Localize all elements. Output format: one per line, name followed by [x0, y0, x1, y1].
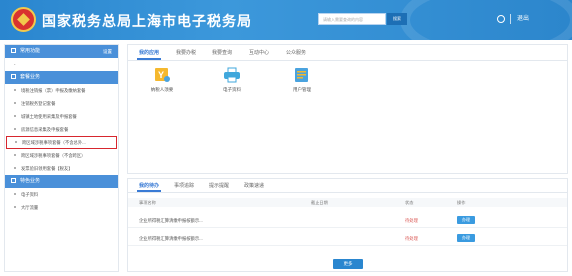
sidebar-item[interactable]: 跨区域涉税事项套餐（不含跨区）	[5, 149, 118, 162]
taxpayer-icon: Y	[153, 67, 171, 83]
search-input[interactable]: 请输入需要查询的内容	[318, 13, 386, 25]
user-icon[interactable]	[497, 15, 505, 23]
app-user-management[interactable]: 用户管理	[282, 67, 322, 93]
sidebar-section-label: 常用功能	[20, 48, 41, 54]
status-badge: 待处理	[405, 218, 418, 223]
bullet-icon	[14, 193, 16, 195]
bullet-icon	[14, 206, 16, 208]
todo-panel: 我的待办 事项追踪 提示提醒 政策速递 事项名称 截止日期 状态 操作 企业所得…	[127, 178, 568, 272]
search-button[interactable]: 搜索	[387, 13, 407, 25]
sidebar-item[interactable]: 境税注销报（票）申报及缴纳套餐	[5, 84, 118, 97]
sidebar-section-label: 套餐业务	[20, 74, 41, 80]
bullet-icon	[14, 89, 16, 91]
header-divider	[510, 14, 511, 24]
bullet-icon	[14, 128, 16, 130]
printer-icon	[223, 67, 241, 83]
tab-public[interactable]: 公众服务	[286, 49, 306, 56]
tab-tracking[interactable]: 事项追踪	[174, 182, 194, 189]
bullet-icon	[15, 141, 17, 143]
package-icon	[11, 74, 16, 79]
settings-link[interactable]: 设置	[103, 45, 112, 58]
todo-tabs: 我的待办 事项追踪 提示提醒 政策速递	[128, 179, 567, 193]
table-row: 企业所得税汇算清缴申报核额示... 待处理 办理	[128, 213, 567, 228]
status-badge: 待处理	[405, 236, 418, 241]
site-title: 国家税务总局上海市电子税务局	[42, 13, 252, 29]
tab-interaction[interactable]: 互动中心	[249, 49, 269, 56]
sidebar-item[interactable]: 电子资料	[5, 188, 118, 201]
special-icon	[11, 178, 16, 183]
sidebar-section-special[interactable]: 特色业务	[5, 175, 118, 188]
sidebar-item[interactable]: 城镇土地使用采集及申报套餐	[5, 110, 118, 123]
logout-link[interactable]: 退出	[517, 14, 529, 24]
sidebar-section-apply[interactable]: 套餐业务	[5, 71, 118, 84]
main-tabs: 我的应用 我要办税 我要查询 互动中心 公众服务	[128, 45, 567, 61]
table-row: 企业所得税汇算清缴申报核额示... 待处理 办理	[128, 231, 567, 246]
tab-reminders[interactable]: 提示提醒	[209, 182, 229, 189]
handle-button[interactable]: 办理	[457, 234, 475, 242]
header-decoration	[400, 0, 572, 40]
sidebar-item[interactable]: 房源信息采集及申报套餐	[5, 123, 118, 136]
bullet-icon	[14, 115, 16, 117]
user-manage-icon	[293, 67, 311, 83]
sidebar-item-cross-region-highlighted[interactable]: 跨区域涉税事项套餐（不含总外...	[6, 136, 117, 149]
header-bar: 国家税务总局上海市电子税务局 请输入需要查询的内容 搜索 退出	[0, 0, 572, 40]
sidebar-section-common[interactable]: 常用功能 设置	[5, 45, 118, 58]
tax-emblem-icon	[11, 7, 36, 32]
tab-my-apps[interactable]: 我的应用	[136, 49, 162, 60]
sidebar-item[interactable]: -	[5, 58, 118, 71]
handle-button[interactable]: 办理	[457, 216, 475, 224]
sidebar: 常用功能 设置 - 套餐业务 境税注销报（票）申报及缴纳套餐 注销税务登记套餐 …	[4, 44, 119, 272]
sidebar-item[interactable]: 注销税务登记套餐	[5, 97, 118, 110]
star-icon	[11, 48, 16, 53]
apps-panel: 我的应用 我要办税 我要查询 互动中心 公众服务 Y 纳税人须要 电子资料 用户…	[127, 44, 568, 174]
bullet-icon	[14, 102, 16, 104]
tab-query[interactable]: 我要查询	[212, 49, 232, 56]
sidebar-item[interactable]: 大厅流量	[5, 201, 118, 214]
app-taxpayer[interactable]: Y 纳税人须要	[142, 67, 182, 93]
tab-tax[interactable]: 我要办税	[176, 49, 196, 56]
tab-policy[interactable]: 政策速递	[244, 182, 264, 189]
sidebar-item[interactable]: 发票验旧领用套餐【税友】	[5, 162, 118, 175]
bullet-icon	[14, 154, 16, 156]
sidebar-section-label: 特色业务	[20, 178, 41, 184]
bullet-icon	[14, 167, 16, 169]
more-button[interactable]: 更多	[333, 259, 363, 269]
app-e-documents[interactable]: 电子资料	[212, 67, 252, 93]
table-header: 事项名称 截止日期 状态 操作	[128, 198, 567, 207]
tab-my-todo[interactable]: 我的待办	[136, 182, 162, 192]
svg-text:Y: Y	[158, 70, 164, 80]
